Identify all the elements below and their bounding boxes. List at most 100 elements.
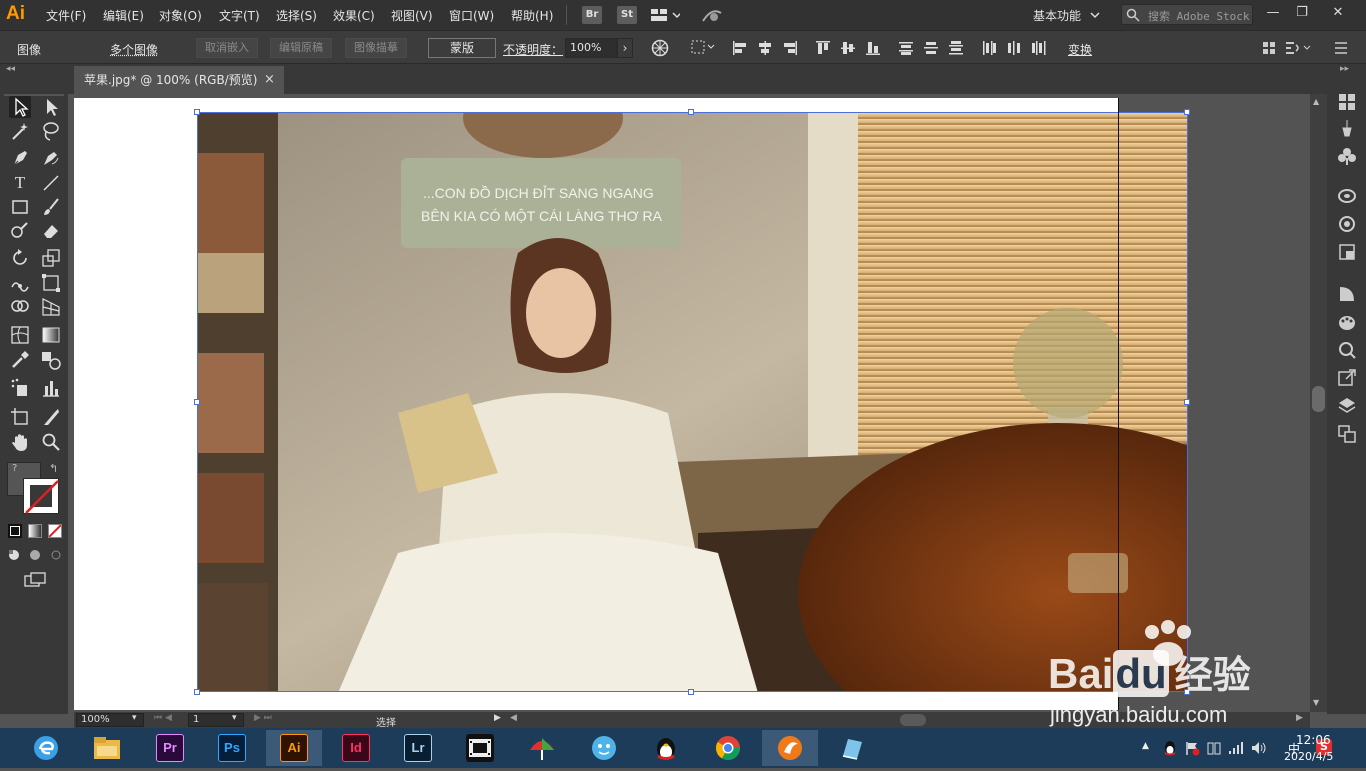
taskbar-umbrella[interactable] <box>514 730 570 766</box>
vertical-scroll-thumb[interactable] <box>1312 386 1325 412</box>
restore-button[interactable]: ❐ <box>1291 4 1313 22</box>
first-page-icon[interactable]: ⏮ ◀ <box>154 713 172 723</box>
direct-selection-tool-icon[interactable] <box>40 96 62 118</box>
taskbar-lightroom[interactable]: Lr <box>390 730 446 766</box>
workspace-switcher[interactable]: 基本功能 <box>1033 7 1081 24</box>
perspective-grid-tool-icon[interactable] <box>40 296 62 318</box>
minimize-button[interactable]: — <box>1262 4 1284 22</box>
align-horizontal-center-icon[interactable] <box>757 40 773 56</box>
selection-tool-icon[interactable] <box>9 96 31 118</box>
lasso-tool-icon[interactable] <box>40 120 62 142</box>
menu-help[interactable]: 帮助(H) <box>511 7 553 24</box>
eraser-tool-icon[interactable] <box>40 220 62 242</box>
collapse-toolbar-icon[interactable]: ◂◂ <box>6 64 15 74</box>
taskbar-illustrator[interactable]: Ai <box>266 730 322 766</box>
image-trace-button[interactable]: 图像描摹 <box>345 38 407 58</box>
close-tab-icon[interactable]: × <box>264 66 275 94</box>
collapse-dock-icon[interactable]: ▸▸ <box>1340 64 1349 74</box>
column-graph-tool-icon[interactable] <box>40 377 62 399</box>
handle-top-left[interactable] <box>194 109 200 115</box>
gpu-performance-icon[interactable] <box>700 5 724 28</box>
distribute-horizontal-center-icon[interactable] <box>1006 40 1022 56</box>
arrange-documents-icon[interactable] <box>650 7 680 26</box>
stroke-swatch[interactable] <box>23 478 59 514</box>
menu-effect[interactable]: 效果(C) <box>333 7 375 24</box>
handle-bottom-center[interactable] <box>688 689 694 695</box>
opacity-arrow-button[interactable]: › <box>617 38 633 58</box>
taskbar-photoshop[interactable]: Ps <box>204 730 260 766</box>
handle-middle-right[interactable] <box>1184 399 1190 405</box>
horizontal-scroll-thumb[interactable] <box>900 714 926 726</box>
gradient-mode-icon[interactable] <box>28 524 42 538</box>
close-button[interactable]: ✕ <box>1327 4 1349 22</box>
distribute-bottom-icon[interactable] <box>948 40 964 56</box>
multi-image-link[interactable]: 多个图像 <box>110 41 158 58</box>
panel-menu-icon[interactable] <box>1334 41 1354 58</box>
menu-edit[interactable]: 编辑(E) <box>103 7 144 24</box>
placed-image[interactable]: ...CON ĐỒ DỊCH ĐỈT SANG NGANG BÊN KIA CÓ… <box>197 112 1188 692</box>
free-transform-tool-icon[interactable] <box>40 272 62 294</box>
menu-type[interactable]: 文字(T) <box>219 7 260 24</box>
rotate-tool-icon[interactable] <box>9 247 31 269</box>
shaper-tool-icon[interactable] <box>9 220 31 242</box>
menu-file[interactable]: 文件(F) <box>46 7 86 24</box>
taskbar-player[interactable] <box>762 730 818 766</box>
slice-tool-icon[interactable] <box>40 406 62 428</box>
canvas-area[interactable]: ...CON ĐỒ DỊCH ĐỈT SANG NGANG BÊN KIA CÓ… <box>68 94 1310 712</box>
volume-tray-icon[interactable] <box>1250 740 1268 756</box>
taskbar-notes[interactable] <box>824 730 880 766</box>
hand-tool-icon[interactable] <box>9 431 31 453</box>
handle-bottom-left[interactable] <box>194 689 200 695</box>
align-top-icon[interactable] <box>815 40 831 56</box>
document-tab[interactable]: 苹果.jpg* @ 100% (RGB/预览) × <box>74 66 284 94</box>
align-left-icon[interactable] <box>732 40 748 56</box>
line-segment-tool-icon[interactable] <box>40 172 62 194</box>
status-menu-icon[interactable]: ▶ <box>494 713 501 723</box>
align-right-icon[interactable] <box>782 40 798 56</box>
handle-middle-left[interactable] <box>194 399 200 405</box>
none-mode-icon[interactable] <box>48 524 62 538</box>
panel-options-icon[interactable] <box>1284 40 1314 59</box>
distribute-center-icon[interactable] <box>923 40 939 56</box>
taskbar-premiere[interactable]: Pr <box>142 730 198 766</box>
menu-window[interactable]: 窗口(W) <box>449 7 494 24</box>
chevron-down-icon[interactable] <box>1090 9 1100 23</box>
taskbar-explorer[interactable] <box>78 730 134 766</box>
magic-wand-tool-icon[interactable] <box>9 120 31 142</box>
opacity-label[interactable]: 不透明度： <box>503 41 563 58</box>
eyedropper-tool-icon[interactable] <box>9 349 31 371</box>
color-guide-icon[interactable] <box>1337 312 1357 332</box>
screen-mode-icon[interactable] <box>24 572 48 591</box>
export-panel-icon[interactable] <box>1337 368 1357 388</box>
curvature-tool-icon[interactable] <box>40 147 62 169</box>
scale-tool-icon[interactable] <box>40 247 62 269</box>
menu-view[interactable]: 视图(V) <box>391 7 433 24</box>
zoom-tool-icon[interactable] <box>40 431 62 453</box>
gradient-tool-icon[interactable] <box>40 324 62 346</box>
edit-original-button[interactable]: 编辑原稿 <box>270 38 332 58</box>
draw-normal-icon[interactable] <box>8 547 64 566</box>
taskbar-chat[interactable] <box>576 730 632 766</box>
align-vertical-center-icon[interactable] <box>840 40 856 56</box>
taskbar-edge[interactable] <box>18 730 74 766</box>
clock-time[interactable]: 12:06 <box>1296 733 1331 747</box>
scroll-down-icon[interactable]: ▼ <box>1313 698 1319 707</box>
taskbar-qq[interactable] <box>638 730 694 766</box>
mesh-tool-icon[interactable] <box>9 324 31 346</box>
scroll-up-icon[interactable]: ▲ <box>1313 97 1319 106</box>
cancel-embed-button[interactable]: 取消嵌入 <box>196 38 258 58</box>
menu-select[interactable]: 选择(S) <box>276 7 317 24</box>
clock-date[interactable]: 2020/4/5 <box>1284 750 1333 763</box>
blend-tool-icon[interactable] <box>40 349 62 371</box>
align-bottom-icon[interactable] <box>865 40 881 56</box>
device-tray-icon[interactable] <box>1206 740 1222 756</box>
page-chevron-down-icon[interactable]: ▾ <box>232 713 237 723</box>
swap-fill-stroke-icon[interactable]: ↰ <box>49 462 58 475</box>
shape-builder-tool-icon[interactable] <box>9 296 31 318</box>
taskbar-indesign[interactable]: Id <box>328 730 384 766</box>
select-similar-icon[interactable] <box>690 39 716 60</box>
scroll-right-icon[interactable]: ▶ <box>1296 713 1303 723</box>
gradient-panel-icon[interactable] <box>1337 284 1357 304</box>
distribute-right-icon[interactable] <box>1031 40 1047 56</box>
pen-tool-icon[interactable] <box>9 147 31 169</box>
